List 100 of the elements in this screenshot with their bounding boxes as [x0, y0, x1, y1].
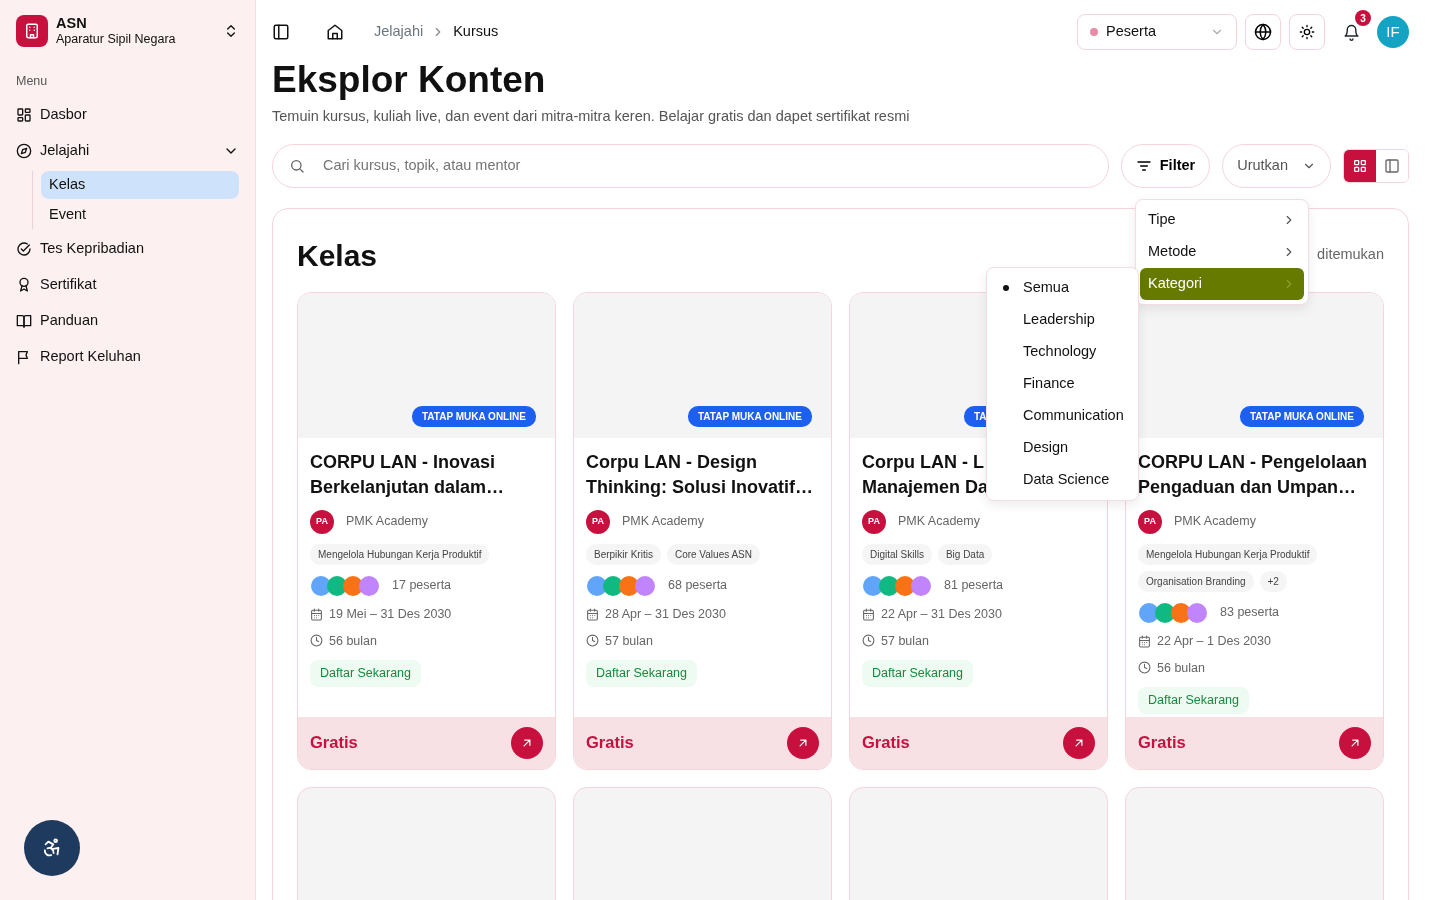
card-title: Pengaduan dan Umpan… — [1138, 475, 1357, 499]
duration-text: 57 bulan — [605, 632, 653, 650]
topic-tag: Organisation Branding — [1138, 570, 1254, 592]
provider-name: PMK Academy — [1174, 513, 1256, 531]
sidebar-toggle-icon[interactable] — [272, 23, 290, 41]
book-icon — [16, 312, 32, 329]
breadcrumb-item: Kursus — [453, 22, 499, 42]
grid-view-button[interactable] — [1344, 149, 1376, 182]
card-title: CORPU LAN - Inovasi — [310, 450, 496, 474]
sidebar-item[interactable]: Dasbor — [16, 96, 239, 133]
topic-tag: +2 — [1259, 570, 1287, 592]
check-circle-icon — [16, 240, 32, 257]
avatar-stack-drawing — [862, 574, 932, 597]
card-title: Corpu LAN - L — [862, 450, 984, 474]
provider-name: PMK Academy — [898, 513, 980, 531]
avatar-stack-drawing — [586, 574, 656, 597]
topic-tag: Berpikir Kritis — [586, 543, 661, 565]
filter-menu-item[interactable]: Metode — [1140, 236, 1304, 268]
open-button[interactable] — [1063, 726, 1095, 759]
theme-button[interactable] — [1289, 14, 1325, 50]
participant-count: 17 peserta — [392, 577, 452, 595]
course-card[interactable]: TATAP MUKA ONLINE CORPU LAN - Inovasi Berkelanjutan dalam… PA PMK Academy Mengelola Hubungan Kerja Produktif 17 peserta 19 Mei – 31 Des 2030 56 bulan Daftar Sekarang Gratis — [297, 291, 556, 770]
topic-tag: Core Values ASN — [666, 543, 760, 565]
calendar-icon — [310, 607, 323, 621]
provider-avatar: PA — [1138, 509, 1162, 534]
calendar-icon — [862, 607, 875, 621]
topic-tag: Mengelola Hubungan Kerja Produktif — [1138, 543, 1318, 565]
status-label: Daftar Sekarang — [586, 660, 698, 687]
sidebar-item[interactable]: Jelajahi — [16, 132, 239, 169]
award-icon — [16, 276, 32, 293]
topic-tag: Big Data — [937, 543, 993, 565]
clock-icon — [862, 634, 875, 648]
home-icon[interactable] — [326, 23, 344, 41]
duration-text: 57 bulan — [881, 632, 929, 650]
card-title: Berkelanjutan dalam… — [310, 475, 505, 499]
provider-avatar: PA — [310, 509, 334, 534]
avatar-stack-drawing — [1138, 601, 1208, 624]
clock-icon — [586, 634, 599, 648]
page-subtitle: Temuin kursus, kuliah live, dan event dari mitra-mitra keren. Belajar gratis dan dapet sertifikat resmi — [272, 107, 911, 126]
open-button[interactable] — [787, 726, 819, 759]
topic-tag: Digital Skills — [862, 543, 932, 565]
filter-button[interactable]: Filter — [1120, 143, 1211, 188]
duration-text: 56 bulan — [1157, 659, 1205, 677]
filter-menu-item[interactable]: Kategori — [1140, 268, 1304, 300]
price-label: Gratis — [862, 732, 910, 754]
grid-icon — [1352, 157, 1368, 174]
course-card[interactable]: TATAP MUKA ONLINE CORPU LAN - Pengelolaan Pengaduan dan Umpan… PA PMK Academy Mengelola Hubungan Kerja Produktif Organisation Branding +2 83 peserta 22 Apr – 1 Des 2030 56 bulan Daftar Sekarang Gratis — [1125, 291, 1384, 770]
provider-name: PMK Academy — [622, 513, 704, 531]
calendar-icon — [1138, 634, 1151, 648]
panel-icon — [1384, 157, 1400, 174]
date-range: 22 Apr – 1 Des 2030 — [1157, 632, 1271, 650]
language-button[interactable] — [1245, 14, 1281, 50]
search-field[interactable]: Cari kursus, topik, atau mentor — [272, 143, 1109, 188]
price-label: Gratis — [310, 732, 358, 754]
price-label: Gratis — [1138, 732, 1186, 754]
dashboard-icon — [16, 106, 32, 123]
delivery-badge: TATAP MUKA ONLINE — [412, 405, 536, 427]
provider-avatar: PA — [862, 509, 886, 534]
menu-label: Menu — [16, 72, 49, 90]
date-range: 22 Apr – 31 Des 2030 — [881, 605, 1002, 623]
filter-menu-item[interactable]: Tipe — [1140, 204, 1304, 236]
avatar-stack-drawing — [310, 574, 380, 597]
delivery-badge: TATAP MUKA ONLINE — [1240, 405, 1364, 427]
sidebar-subitem[interactable]: Kelas — [41, 170, 239, 199]
sidebar-item[interactable]: Panduan — [16, 302, 239, 339]
notification-badge: 3 — [1355, 10, 1371, 26]
sidebar-item[interactable]: Sertifikat — [16, 266, 239, 303]
participant-count: 68 peserta — [668, 577, 728, 595]
status-label: Daftar Sekarang — [1138, 687, 1250, 714]
sidebar-item[interactable]: Tes Kepribadian — [16, 230, 239, 267]
clock-icon — [310, 634, 323, 648]
topic-tag: Mengelola Hubungan Kerja Produktif — [310, 543, 490, 565]
duration-text: 56 bulan — [329, 632, 377, 650]
section-title: Kelas — [297, 237, 378, 274]
clock-icon — [1138, 661, 1151, 675]
status-label: Daftar Sekarang — [862, 660, 974, 687]
sidebar-subitem[interactable]: Event — [41, 200, 239, 229]
brand-subtitle: Aparatur Sipil Negara — [56, 32, 177, 48]
result-count: ditemukan — [1317, 245, 1384, 265]
sidebar-item[interactable]: Report Keluhan — [16, 338, 239, 375]
status-label: Daftar Sekarang — [310, 660, 422, 687]
compass-icon — [16, 142, 32, 159]
open-button[interactable] — [1339, 726, 1371, 759]
building-icon — [23, 21, 41, 40]
provider-name: PMK Academy — [346, 513, 428, 531]
provider-avatar: PA — [586, 509, 610, 534]
breadcrumb-item[interactable]: Jelajahi — [374, 21, 424, 43]
open-button[interactable] — [511, 726, 543, 759]
sort-select[interactable]: Urutkan — [1222, 143, 1331, 188]
date-range: 28 Apr – 31 Des 2030 — [605, 605, 726, 623]
course-card[interactable]: TATAP MUKA ONLINE Corpu LAN - Design Thinking: Solusi Inovatif… PA PMK Academy Berpikir Kritis Core Values ASN 68 peserta 28 Apr – 31 Des 2030 57 bulan Daftar Sekarang Gratis — [573, 291, 832, 770]
delivery-badge: TATAP MUKA ONLINE — [688, 405, 812, 427]
card-title: Thinking: Solusi Inovatif… — [586, 475, 813, 499]
status-dot — [1090, 28, 1098, 36]
participant-count: 81 peserta — [944, 577, 1004, 595]
accessibility-button[interactable] — [24, 820, 80, 876]
role-select[interactable]: Peserta — [1077, 14, 1237, 50]
globe-icon — [1254, 23, 1272, 41]
participant-count: 83 peserta — [1220, 604, 1280, 622]
sun-icon — [1299, 24, 1315, 40]
